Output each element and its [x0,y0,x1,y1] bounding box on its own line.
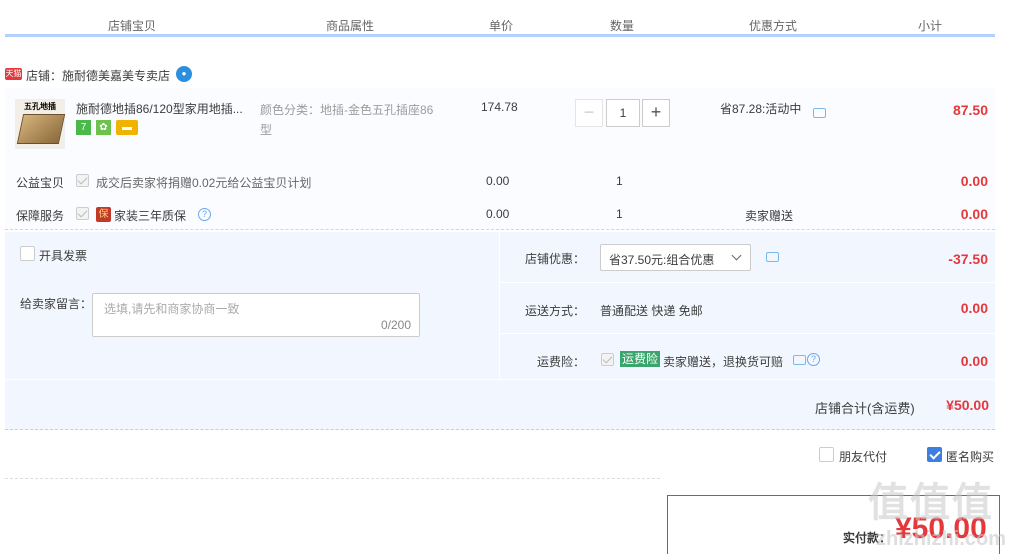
product-title[interactable]: 施耐德地插86/120型家用地插... [76,100,256,117]
warranty-text: 家装三年质保 [114,209,187,223]
warranty-bao-icon: 保 [96,207,111,222]
product-sku: 颜色分类：地插-金色五孔插座86型 [260,103,434,137]
insurance-message-icon[interactable] [793,355,806,365]
seller-message-input[interactable]: 选填,请先和商家协商一致 0/200 [92,293,420,337]
seven-day-return-icon: 7 [76,120,91,135]
warranty-help-icon[interactable]: ? [198,208,211,221]
charity-price: 0.00 [486,174,510,188]
charity-checkbox [76,174,89,187]
insurance-amount: 0.00 [960,353,988,369]
insurance-label: 运费险： [537,355,586,369]
charity-text: 成交后卖家将捐赠0.02元给公益宝贝计划 [96,176,312,190]
wangwang-chat-icon[interactable]: ● [176,66,192,82]
warranty-subtotal: 0.00 [960,206,988,222]
watermark-url: zhizhizhi.com [876,528,1006,550]
chevron-down-icon [731,250,742,261]
col-subtotal-header: 小计 [918,19,943,33]
shop-discount-label: 店铺优惠： [525,252,586,266]
watermark-logo: 值值值 [868,481,994,525]
thumbnail-label: 五孔地插 [24,102,56,111]
shop-discount-value: 省37.50元:组合优惠 [609,253,715,267]
warranty-promo: 卖家赠送 [745,209,794,223]
insurance-tag: 运费险 [620,351,661,367]
anonymous-label[interactable]: 匿名购买 [946,448,994,465]
warranty-label: 保障服务 [16,209,65,223]
shop-name[interactable]: 店铺：施耐德美嘉美专卖店 [26,67,170,84]
invoice-label[interactable]: 开具发票 [39,247,87,264]
message-char-count: 0/200 [380,318,411,332]
friend-pay-label[interactable]: 朋友代付 [839,448,887,465]
decrease-button[interactable]: − [575,99,603,127]
shipping-value: 普通配送 快递 免邮 [600,304,703,318]
invoice-checkbox[interactable] [20,246,35,261]
item-subtotal: 87.50 [952,102,988,118]
charity-subtotal: 0.00 [960,173,988,189]
col-attr-header: 商品属性 [326,19,375,33]
credit-card-icon: ▬ [116,120,138,135]
discount-message-icon[interactable] [766,252,779,262]
product-thumbnail[interactable]: 五孔地插 [15,99,66,149]
promo-message-icon[interactable] [813,108,826,118]
col-qty-header: 数量 [610,19,635,33]
charity-label: 公益宝贝 [16,176,65,190]
message-placeholder: 选填,请先和商家协商一致 [104,302,240,316]
fees-divider [500,282,995,283]
friend-pay-checkbox[interactable] [819,447,834,462]
charity-qty: 1 [616,174,623,188]
increase-button[interactable]: + [642,99,670,127]
fees-divider [500,333,995,334]
insurance-checkbox [601,353,614,366]
shop-discount-select[interactable]: 省37.50元:组合优惠 [600,244,751,271]
header-divider [5,34,995,37]
shop-discount-amount: -37.50 [948,251,988,267]
unit-price: 174.78 [481,100,518,114]
insurance-text: 卖家赠送，退换货可赔 [663,355,784,369]
shop-total-amount: ¥50.00 [946,397,989,413]
col-price-header: 单价 [489,19,514,33]
col-item-header: 店铺宝贝 [108,19,157,33]
item-promo: 省87.28:活动中 [720,102,802,116]
warranty-qty: 1 [616,207,623,221]
quality-badge-icon: ✿ [96,120,111,135]
shipping-amount: 0.00 [960,300,988,316]
section-divider [5,478,660,479]
warranty-price: 0.00 [486,207,510,221]
shipping-label: 运送方式： [525,304,586,318]
warranty-checkbox [76,207,89,220]
quantity-input[interactable]: 1 [606,99,640,127]
tmall-icon: 天猫 [5,68,22,80]
col-promo-header: 优惠方式 [749,19,798,33]
insurance-help-icon[interactable]: ? [807,353,820,366]
message-label: 给卖家留言： [20,297,93,311]
floor-socket-image [16,114,66,144]
anonymous-checkbox[interactable] [927,447,942,462]
